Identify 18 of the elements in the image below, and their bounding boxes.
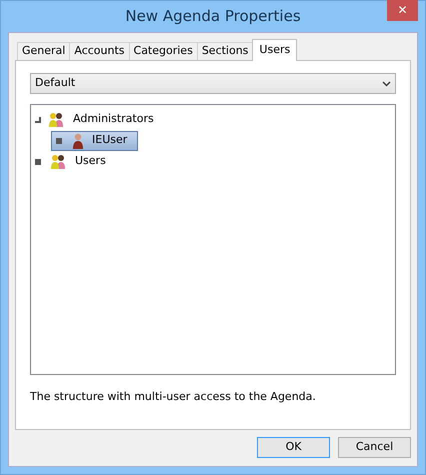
window-title: New Agenda Properties <box>125 6 301 28</box>
collapse-glyph[interactable] <box>35 116 41 122</box>
description-text: The structure with multi-user access to the Agenda. <box>30 388 317 404</box>
tree-item[interactable]: IEUser <box>51 130 138 150</box>
users-icon <box>48 112 66 128</box>
users-icon <box>50 154 68 170</box>
tree-item[interactable]: Users <box>50 152 110 171</box>
chevron-icon <box>382 80 391 86</box>
dropdown[interactable]: Default <box>30 73 396 94</box>
expand-glyph[interactable] <box>56 138 62 144</box>
tab[interactable]: Users <box>252 39 298 61</box>
ok-button[interactable]: OK <box>257 437 330 458</box>
close-button[interactable]: ✕ <box>387 0 418 21</box>
tab[interactable]: General <box>17 42 70 60</box>
tree-item[interactable]: Administrators <box>48 110 158 129</box>
expand-glyph[interactable] <box>35 158 41 164</box>
user-icon <box>71 132 85 148</box>
cancel-button[interactable]: Cancel <box>338 437 411 458</box>
